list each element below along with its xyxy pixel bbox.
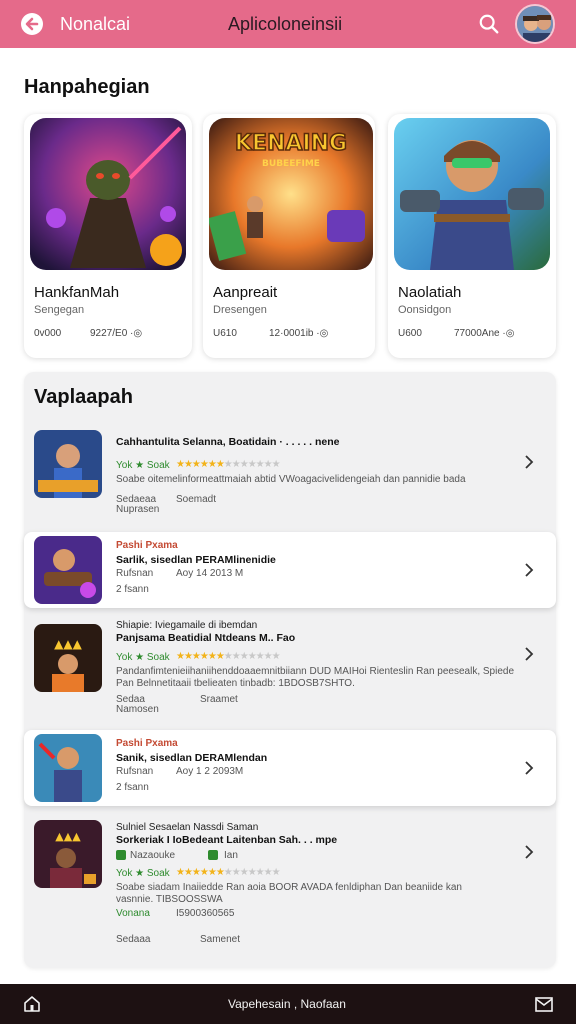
item-meta: Sraamet [200, 694, 238, 705]
item-tag: Yok ★ Soak [116, 652, 170, 663]
featured-section-title: Hanpahegian [24, 76, 150, 98]
game-title: HankfanMah [34, 284, 120, 301]
chevron-right-icon [525, 455, 534, 469]
game-meta: 12·0001ib ·◎ [269, 328, 329, 339]
rating-stars: ★★★★★★★★★★★★★ [176, 651, 281, 662]
rating-stars: ★★★★★★★★★★★★★ [176, 459, 281, 470]
item-meta: Ian [224, 850, 238, 861]
item-tag: Yok ★ Soak [116, 868, 170, 879]
game-title: Naolatiah [398, 284, 462, 301]
item-description: Soabe siadam Inaiiedde Ran aoia BOOR AVA… [116, 882, 462, 893]
item-meta: Vonana [116, 908, 150, 919]
search-icon[interactable] [478, 13, 500, 35]
item-meta: 2 fsann [116, 584, 149, 595]
item-subtitle: Sanik, sisedlan DERAMlendan [116, 752, 268, 764]
item-meta: Sedaaa [116, 934, 151, 945]
svg-text:▲▲▲: ▲▲▲ [55, 830, 81, 843]
game-meta: 9227/E0 ·◎ [90, 328, 143, 339]
game-meta: 0v000 [34, 328, 62, 339]
featured-card[interactable]: KENAING BUBEEFIME Aanpreait Dresengen U6… [203, 114, 375, 358]
item-subtitle: Sarlik, sisedlan PERAMlinenidie [116, 554, 276, 566]
bottom-navigation-bar: Vapehesain , Naofaan [0, 984, 576, 1024]
item-meta: Aoy 14 2013 M [176, 568, 244, 579]
avatar[interactable] [515, 4, 555, 44]
game-icon [34, 536, 102, 604]
item-title: Sulniel Sesaelan Nassdi Saman [116, 822, 259, 833]
back-arrow-icon[interactable] [20, 12, 44, 36]
item-title: Pashi Pxama [116, 738, 178, 749]
item-title: Pashi Pxama [116, 540, 178, 551]
game-art-image [30, 118, 186, 270]
item-meta: Rufsnan [116, 766, 154, 777]
mail-icon[interactable] [534, 994, 554, 1014]
item-meta: I5900360565 [176, 908, 235, 919]
item-meta: Nazaouke [130, 850, 176, 861]
game-developer: Dresengen [213, 304, 267, 316]
game-icon [34, 734, 102, 802]
game-developer: Sengegan [34, 304, 85, 316]
item-meta: 2 fsann [116, 782, 149, 793]
brand-name: Nonalcai [60, 14, 131, 34]
item-subtitle: Sorkeriak I IoBedeant Laitenban Sah. . .… [116, 834, 338, 846]
top-bar: Nonalcai Aplicoloneinsii [0, 0, 576, 48]
game-title: Aanpreait [213, 284, 278, 301]
bottom-bar-label[interactable]: Vapehesain , Naofaan [228, 997, 346, 1011]
list-section-title: Vaplaapah [34, 386, 133, 408]
game-meta: U600 [398, 328, 422, 339]
promo-badge-icon [150, 234, 182, 266]
list-item[interactable]: ▲▲▲ Sulniel Sesaelan Nassdi Saman Sorker… [24, 812, 556, 956]
page-title: Aplicoloneinsii [228, 14, 343, 34]
featured-card[interactable]: Naolatiah Oonsidgon U600 77000Ane ·◎ [388, 114, 556, 358]
list-item[interactable]: Cahhantulita Selanna, Boatidain · . . . … [24, 420, 556, 526]
check-icon [116, 850, 126, 860]
game-meta: U610 [213, 328, 237, 339]
game-meta: 77000Ane ·◎ [454, 328, 515, 339]
game-icon [34, 430, 102, 498]
list-item[interactable]: Pashi Pxama Sarlik, sisedlan PERAMlineni… [24, 532, 556, 608]
chevron-right-icon [525, 563, 534, 577]
item-subtitle: Panjsama Beatidial Ntdeans M.. Fao [116, 632, 296, 644]
item-description: Pan Belnnetitaaii tbelieaten tinbadb: 1B… [116, 678, 355, 689]
rating-stars: ★★★★★★★★★★★★★ [176, 867, 281, 878]
chat-icon [208, 850, 218, 860]
art-title: KENAING [235, 131, 347, 156]
game-art-image: KENAING BUBEEFIME [209, 118, 373, 270]
item-meta: Nuprasen [116, 504, 160, 515]
game-art-image [394, 118, 550, 270]
chevron-right-icon [525, 845, 534, 859]
item-description: Pandanfimtenieiihaniihenddoaaemnitbiiann… [116, 666, 515, 677]
item-meta: Soemadt [176, 494, 217, 505]
item-title: Shiapie: Iviegamaile di ibemdan [116, 620, 258, 631]
art-subtitle: BUBEEFIME [262, 159, 320, 169]
game-icon: ▲▲▲ [34, 820, 102, 888]
item-meta: Namosen [116, 704, 159, 715]
game-developer: Oonsidgon [398, 304, 452, 316]
game-icon: ▲▲▲ [34, 624, 102, 692]
home-icon[interactable] [22, 994, 42, 1014]
chevron-right-icon [525, 647, 534, 661]
item-description: Soabe oitemelinformeattmaiah abtid VWoag… [116, 474, 466, 485]
item-meta: Samenet [200, 934, 241, 945]
chevron-right-icon [525, 761, 534, 775]
item-meta: Aoy 1 2 2093M [176, 766, 244, 777]
item-meta: Rufsnan [116, 568, 154, 579]
list-item[interactable]: Pashi Pxama Sanik, sisedlan DERAMlendan … [24, 730, 556, 806]
list-item[interactable]: ▲▲▲ Shiapie: Iviegamaile di ibemdan Panj… [24, 614, 556, 724]
svg-text:▲▲▲: ▲▲▲ [54, 637, 82, 651]
avatar-image [517, 6, 553, 42]
item-title: Cahhantulita Selanna, Boatidain · . . . … [116, 436, 340, 448]
item-tag: Yok ★ Soak [116, 460, 170, 471]
item-description: vasnnie. TIBSOOSSWA [116, 894, 223, 905]
featured-card[interactable]: HankfanMah Sengegan 0v000 9227/E0 ·◎ [24, 114, 192, 358]
